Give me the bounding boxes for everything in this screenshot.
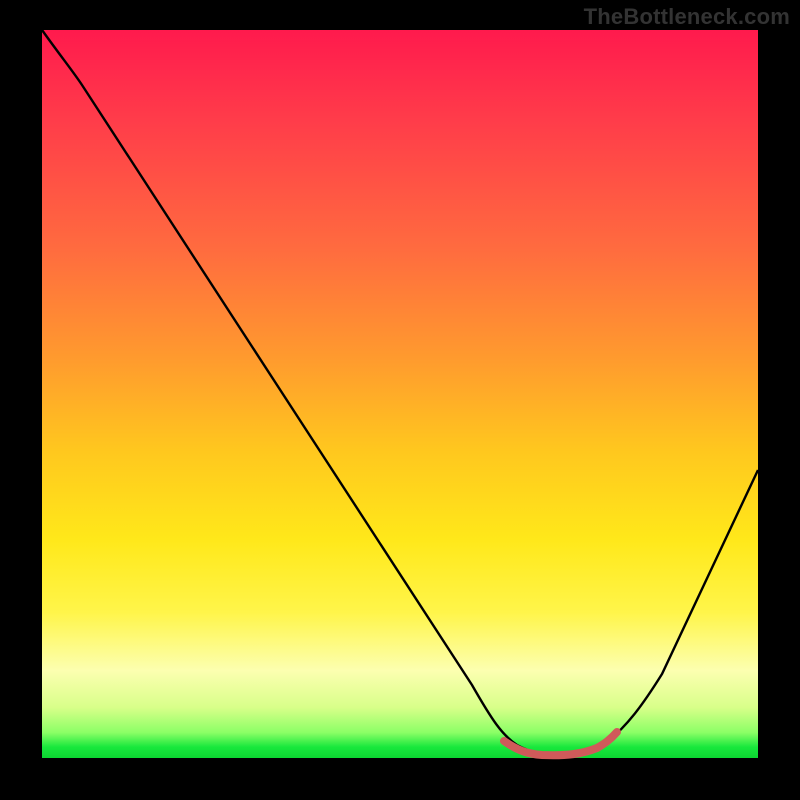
optimal-range-highlight-path [504,732,617,755]
attribution-text: TheBottleneck.com [584,4,790,30]
bottleneck-curve-path [42,30,758,755]
chart-frame: TheBottleneck.com [0,0,800,800]
curve-svg [42,30,758,758]
plot-area [42,30,758,758]
